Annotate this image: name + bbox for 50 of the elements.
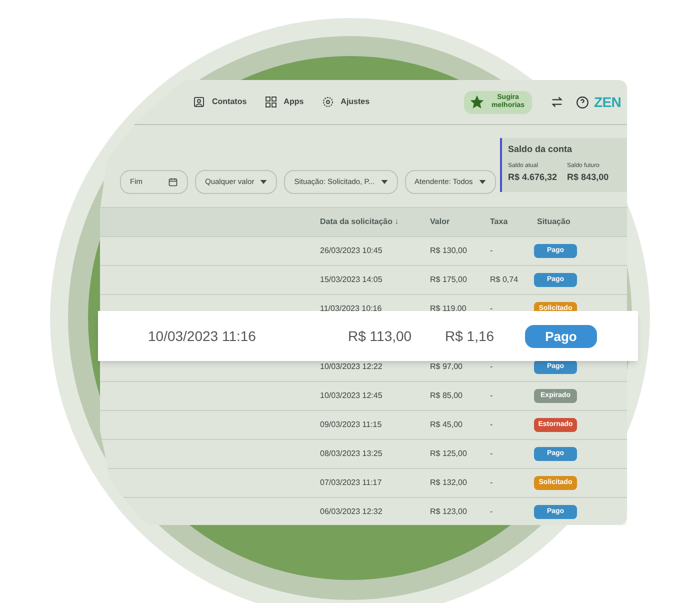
table-cell-text: -	[490, 361, 494, 373]
table-cell-text: R$ 97,00	[430, 361, 464, 373]
table-cell-text: 10/03/2023 12:22	[320, 361, 384, 373]
table-cell-text: R$ 113,00	[348, 326, 413, 346]
nav-link[interactable]: Contatos	[193, 96, 247, 108]
column-header: Taxa	[490, 216, 509, 228]
logo: ZEN	[594, 92, 621, 112]
balance-title: Saldo da conta	[508, 143, 574, 156]
table-cell-text: 10/03/2023 12:45	[320, 390, 384, 402]
table-cell-text: 10/03/2023 11:16	[148, 326, 257, 346]
table-cell-text: 08/03/2023 13:25	[320, 448, 384, 460]
table-cell-text: R$ 45,00	[430, 419, 464, 431]
table-cell-text: -	[490, 448, 494, 460]
contacts-icon	[193, 96, 205, 108]
table-cell-text: R$ 125,00	[430, 448, 468, 460]
caret-icon	[478, 180, 486, 184]
table-cell-text: -	[490, 506, 494, 518]
column-header: Situação	[536, 216, 572, 228]
column-header: Data da solicitação ↓	[320, 216, 400, 228]
table-cell-text: -	[490, 390, 494, 402]
help-icon[interactable]	[576, 96, 590, 108]
table-cell-text: 26/03/2023 10:45	[320, 245, 384, 257]
balance-value: R$ 843,00	[567, 170, 609, 184]
star-icon	[469, 94, 486, 110]
table-cell-text: -	[490, 419, 494, 431]
balance-value: R$ 4.676,32	[508, 170, 558, 184]
calendar-icon	[168, 177, 178, 187]
table-cell-text: R$ 1,16	[445, 326, 496, 346]
apps-grid-icon	[264, 96, 277, 108]
table-cell-text: R$ 123,00	[430, 506, 468, 518]
table-cell-text: -	[490, 477, 494, 489]
table-cell-text: R$ 85,00	[430, 390, 464, 402]
table-cell-text: 06/03/2023 12:32	[320, 506, 384, 518]
column-header: Valor	[430, 216, 451, 228]
swap-arrows-icon[interactable]	[550, 95, 564, 109]
table-cell-text: 09/03/2023 11:15	[320, 419, 383, 431]
table-cell-text: 15/03/2023 14:05	[320, 274, 384, 286]
nav-link[interactable]: Apps	[264, 96, 304, 108]
table-cell-text: R$ 132,00	[430, 477, 468, 489]
status-badge: Pago	[525, 324, 597, 348]
caret-icon	[260, 180, 268, 184]
table-cell-text: 07/03/2023 11:17	[320, 477, 383, 489]
table-cell-text: -	[490, 245, 494, 257]
table-cell-text: R$ 130,00	[430, 245, 468, 257]
highlighted-row[interactable]: 10/03/2023 11:16 R$ 113,00 R$ 1,16 Pago	[98, 311, 638, 361]
caret-icon	[380, 180, 388, 184]
table-cell-text: R$ 0,74	[490, 274, 520, 286]
settings-icon	[322, 96, 334, 108]
nav-link[interactable]: Ajustes	[322, 96, 370, 108]
table-cell-text: R$ 175,00	[430, 274, 468, 286]
